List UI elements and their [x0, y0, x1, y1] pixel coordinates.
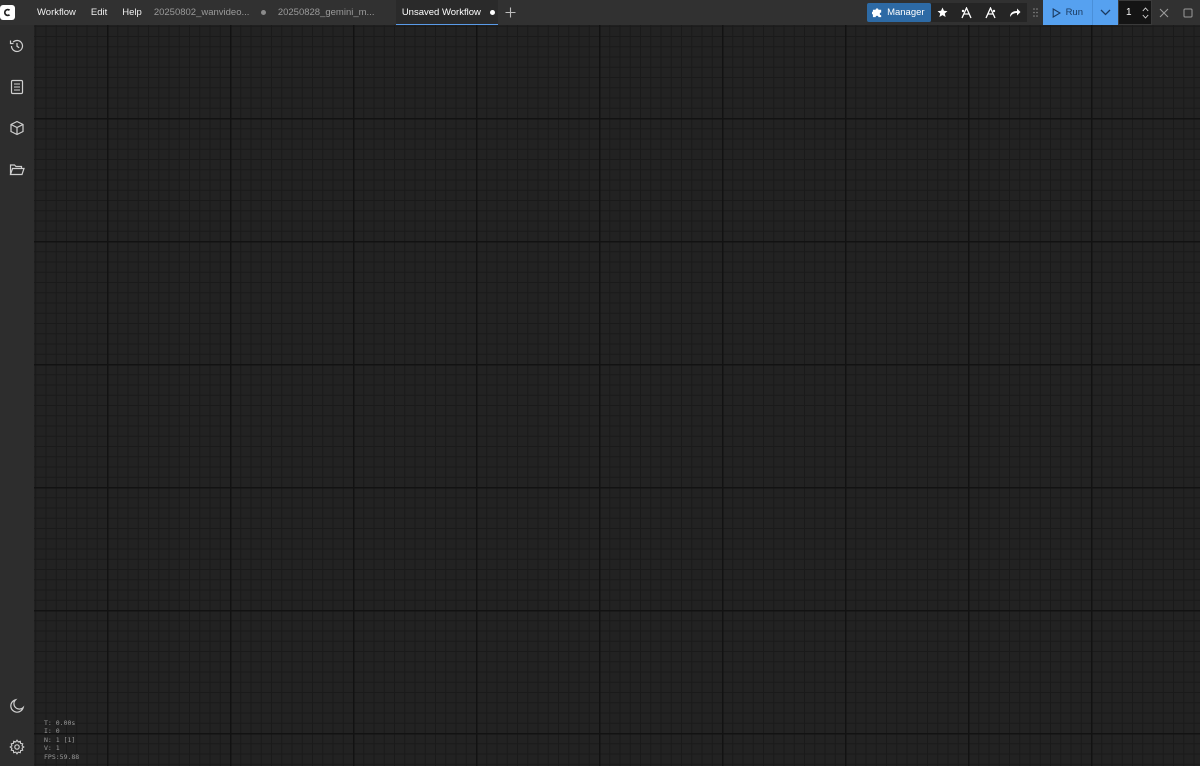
tab-label: Unsaved Workflow [401, 7, 481, 18]
puzzle-icon [872, 8, 882, 18]
sidebar-models-button[interactable] [5, 116, 29, 140]
run-options-button[interactable] [1092, 0, 1118, 25]
stat-v: V: 1 [44, 744, 60, 753]
run-button-group: Run [1042, 0, 1118, 25]
maximize-button[interactable] [1176, 0, 1200, 25]
menu-help[interactable]: Help [115, 0, 148, 25]
menu-edit[interactable]: Edit [83, 0, 115, 25]
chevron-up-icon[interactable] [1141, 6, 1149, 12]
share-arrow-icon [1009, 8, 1021, 17]
sidebar-history-button[interactable] [5, 34, 29, 58]
stepper-arrows [1139, 6, 1151, 19]
tab-unsaved-dot-icon[interactable] [489, 10, 495, 15]
close-icon [1159, 8, 1169, 17]
document-icon [10, 79, 24, 95]
plus-icon [505, 7, 516, 18]
chevron-down-icon[interactable] [1141, 14, 1149, 19]
comfy-logo-icon[interactable] [0, 5, 15, 20]
sidebar-theme-button[interactable] [5, 694, 29, 718]
tab-label: 20250802_wanvideo... [153, 7, 250, 18]
maximize-icon [1183, 8, 1193, 17]
queue-count-value[interactable]: 1 [1119, 7, 1139, 18]
tab-label: 20250828_gemini_m... [277, 7, 375, 18]
node-a-icon [961, 6, 972, 18]
node-tool-button-2[interactable] [978, 3, 1003, 22]
toolbar-actions: Manager Run 1 [867, 0, 1200, 25]
sidebar-settings-button[interactable] [5, 735, 29, 759]
menu-workflow[interactable]: Workflow [30, 0, 83, 25]
stat-i: I: 0 [44, 727, 60, 736]
history-icon [9, 39, 24, 53]
add-tab-button[interactable] [498, 0, 524, 25]
canvas-stats: T: 0.00s I: 0 N: 1 [1] V: 1 FPS:59.88 [44, 719, 79, 761]
star-icon [937, 7, 948, 17]
sidebar [0, 25, 34, 766]
tab-wanvideo[interactable]: 20250802_wanvideo... [148, 0, 272, 25]
sidebar-queue-button[interactable] [5, 75, 29, 99]
run-label: Run [1065, 7, 1083, 18]
gear-icon [9, 739, 25, 755]
cube-icon [10, 120, 24, 136]
chevron-down-icon [1100, 9, 1111, 16]
tab-unsaved-dot-icon[interactable] [261, 10, 267, 15]
stat-time: T: 0.00s [44, 719, 76, 727]
play-icon [1052, 7, 1061, 18]
folder-open-icon [9, 164, 25, 176]
run-button[interactable]: Run [1043, 0, 1092, 25]
moon-icon [10, 698, 25, 713]
node-tool-button[interactable] [954, 3, 979, 22]
drag-handle-icon[interactable] [1031, 3, 1041, 22]
graph-canvas[interactable] [34, 25, 1200, 766]
stat-nodes: N: 1 [1] [44, 735, 76, 744]
favorite-button[interactable] [930, 3, 955, 22]
tab-gemini[interactable]: 20250828_gemini_m... [272, 0, 396, 25]
stat-fps: FPS:59.88 [44, 752, 80, 761]
manager-label: Manager [887, 7, 925, 18]
top-bar: Workflow Edit Help 20250802_wanvideo... … [0, 0, 1200, 25]
sidebar-workflows-button[interactable] [5, 158, 29, 182]
queue-count-stepper[interactable]: 1 [1118, 0, 1152, 25]
node-b-icon [985, 6, 996, 18]
close-button[interactable] [1152, 0, 1176, 25]
tab-unsaved-workflow[interactable]: Unsaved Workflow [395, 0, 498, 25]
share-button[interactable] [1002, 3, 1027, 22]
manager-button[interactable]: Manager [867, 3, 931, 22]
